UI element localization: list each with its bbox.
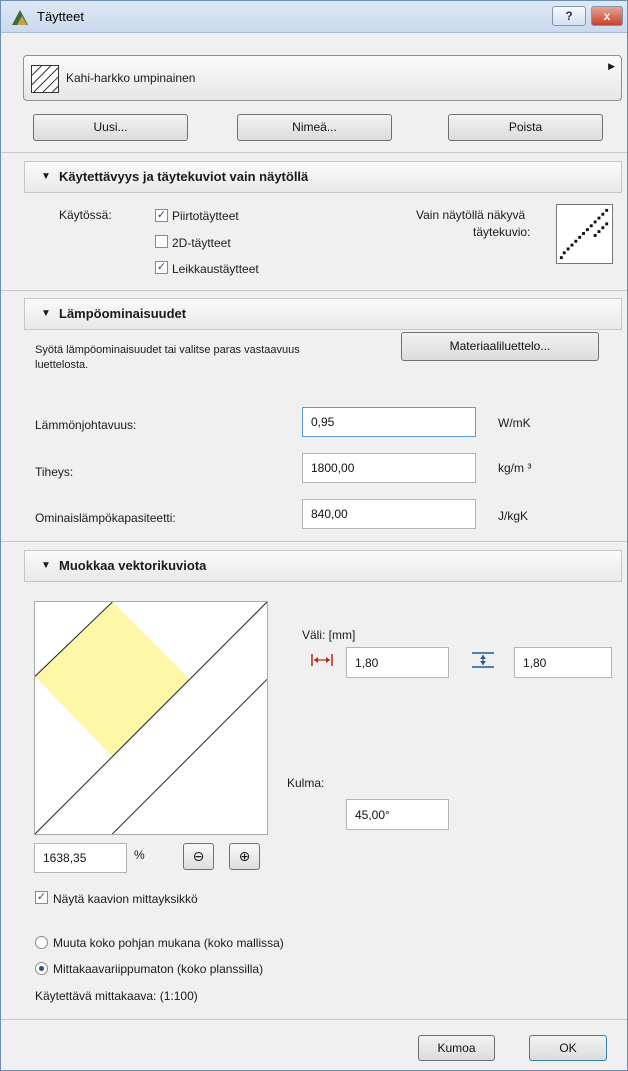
thermal-section-title: Lämpöominaisuudet (59, 306, 187, 321)
density-unit: kg/m ³ (498, 461, 532, 475)
horizontal-spacing-icon (311, 654, 333, 666)
vertical-spacing-icon (472, 652, 494, 668)
heat-capacity-unit: J/kgK (498, 509, 529, 523)
submenu-arrow-icon: ▶ (608, 61, 615, 71)
heat-capacity-label: Ominaislämpökapasiteetti: (35, 511, 176, 525)
scale-with-model-radio[interactable] (35, 936, 48, 949)
scale-independent-label: Mittakaavariippumaton (koko planssilla) (53, 962, 264, 976)
screen-pattern-swatch[interactable] (556, 204, 613, 264)
scale-with-model-label: Muuta koko pohjan mukana (koko mallissa) (53, 936, 284, 950)
delete-button[interactable]: Poista (448, 114, 603, 141)
title-bar[interactable]: Täytteet ? x (1, 1, 627, 33)
spacing-label: Väli: [mm] (302, 628, 356, 642)
new-button[interactable]: Uusi... (33, 114, 188, 141)
divider (1, 152, 627, 153)
density-input[interactable] (302, 453, 476, 483)
zoom-out-button[interactable]: ⊖ (183, 843, 214, 870)
drafting-fills-checkbox[interactable]: ✓ (155, 209, 168, 222)
thermal-hint: Syötä lämpöominaisuudet tai valitse para… (35, 344, 300, 356)
thermal-section-header[interactable]: ▼ Lämpöominaisuudet (24, 298, 622, 330)
conductivity-label: Lämmönjohtavuus: (35, 418, 137, 432)
fill-name: Kahi-harkko umpinainen (66, 71, 196, 85)
pattern-preview[interactable] (34, 601, 268, 835)
divider (1, 541, 627, 542)
usage-section-header[interactable]: ▼ Käytettävyys ja täytekuviot vain näytö… (24, 161, 622, 193)
angle-label: Kulma: (287, 776, 325, 790)
divider (1, 290, 627, 291)
horizontal-spacing-input[interactable] (346, 647, 449, 678)
dialog-title: Täytteet (37, 9, 84, 24)
2d-fills-checkbox[interactable] (155, 235, 168, 248)
density-label: Tiheys: (35, 465, 74, 479)
screen-only-label: Vain näytöllä näkyvä (416, 208, 526, 222)
fills-dialog: Täytteet ? x Kahi-harkko umpinainen ▶ Uu… (0, 0, 628, 1071)
cut-fills-label: Leikkaustäytteet (172, 262, 259, 276)
zoom-in-button[interactable]: ⊕ (229, 843, 260, 870)
rename-button[interactable]: Nimeä... (237, 114, 392, 141)
scale-text: Käytettävä mittakaava: (1:100) (35, 989, 198, 1003)
show-unit-checkbox[interactable]: ✓ (35, 891, 48, 904)
close-button[interactable]: x (591, 6, 623, 26)
cut-fills-checkbox[interactable]: ✓ (155, 261, 168, 274)
drafting-fills-label: Piirtotäytteet (172, 209, 239, 223)
show-unit-label: Näytä kaavion mittayksikkö (53, 892, 198, 906)
collapse-triangle-icon: ▼ (41, 308, 51, 319)
conductivity-input[interactable] (302, 407, 476, 437)
2d-fills-label: 2D-täytteet (172, 236, 231, 250)
in-use-label: Käytössä: (59, 208, 112, 222)
usage-section-title: Käytettävyys ja täytekuviot vain näytöll… (59, 169, 309, 184)
thermal-hint-line2: luettelosta. (35, 359, 89, 371)
fill-type-selector[interactable]: Kahi-harkko umpinainen ▶ (23, 55, 622, 101)
hatch-pattern-icon (31, 65, 59, 93)
collapse-triangle-icon: ▼ (41, 560, 51, 571)
vector-section-title: Muokkaa vektorikuviota (59, 558, 207, 573)
zoom-input[interactable] (34, 843, 127, 873)
material-catalog-button[interactable]: Materiaaliluettelo... (401, 332, 599, 361)
zoom-unit: % (134, 848, 145, 862)
scale-independent-radio[interactable] (35, 962, 48, 975)
collapse-triangle-icon: ▼ (41, 171, 51, 182)
angle-input[interactable] (346, 799, 449, 830)
heat-capacity-input[interactable] (302, 499, 476, 529)
divider (1, 1019, 627, 1020)
archicad-logo-icon (12, 10, 28, 25)
vector-section-header[interactable]: ▼ Muokkaa vektorikuviota (24, 550, 622, 582)
help-button[interactable]: ? (552, 6, 586, 26)
conductivity-unit: W/mK (498, 416, 531, 430)
cancel-button[interactable]: Kumoa (418, 1035, 495, 1061)
screen-only-label-2: täytekuvio: (473, 225, 531, 239)
vertical-spacing-input[interactable] (514, 647, 612, 678)
ok-button[interactable]: OK (529, 1035, 607, 1061)
